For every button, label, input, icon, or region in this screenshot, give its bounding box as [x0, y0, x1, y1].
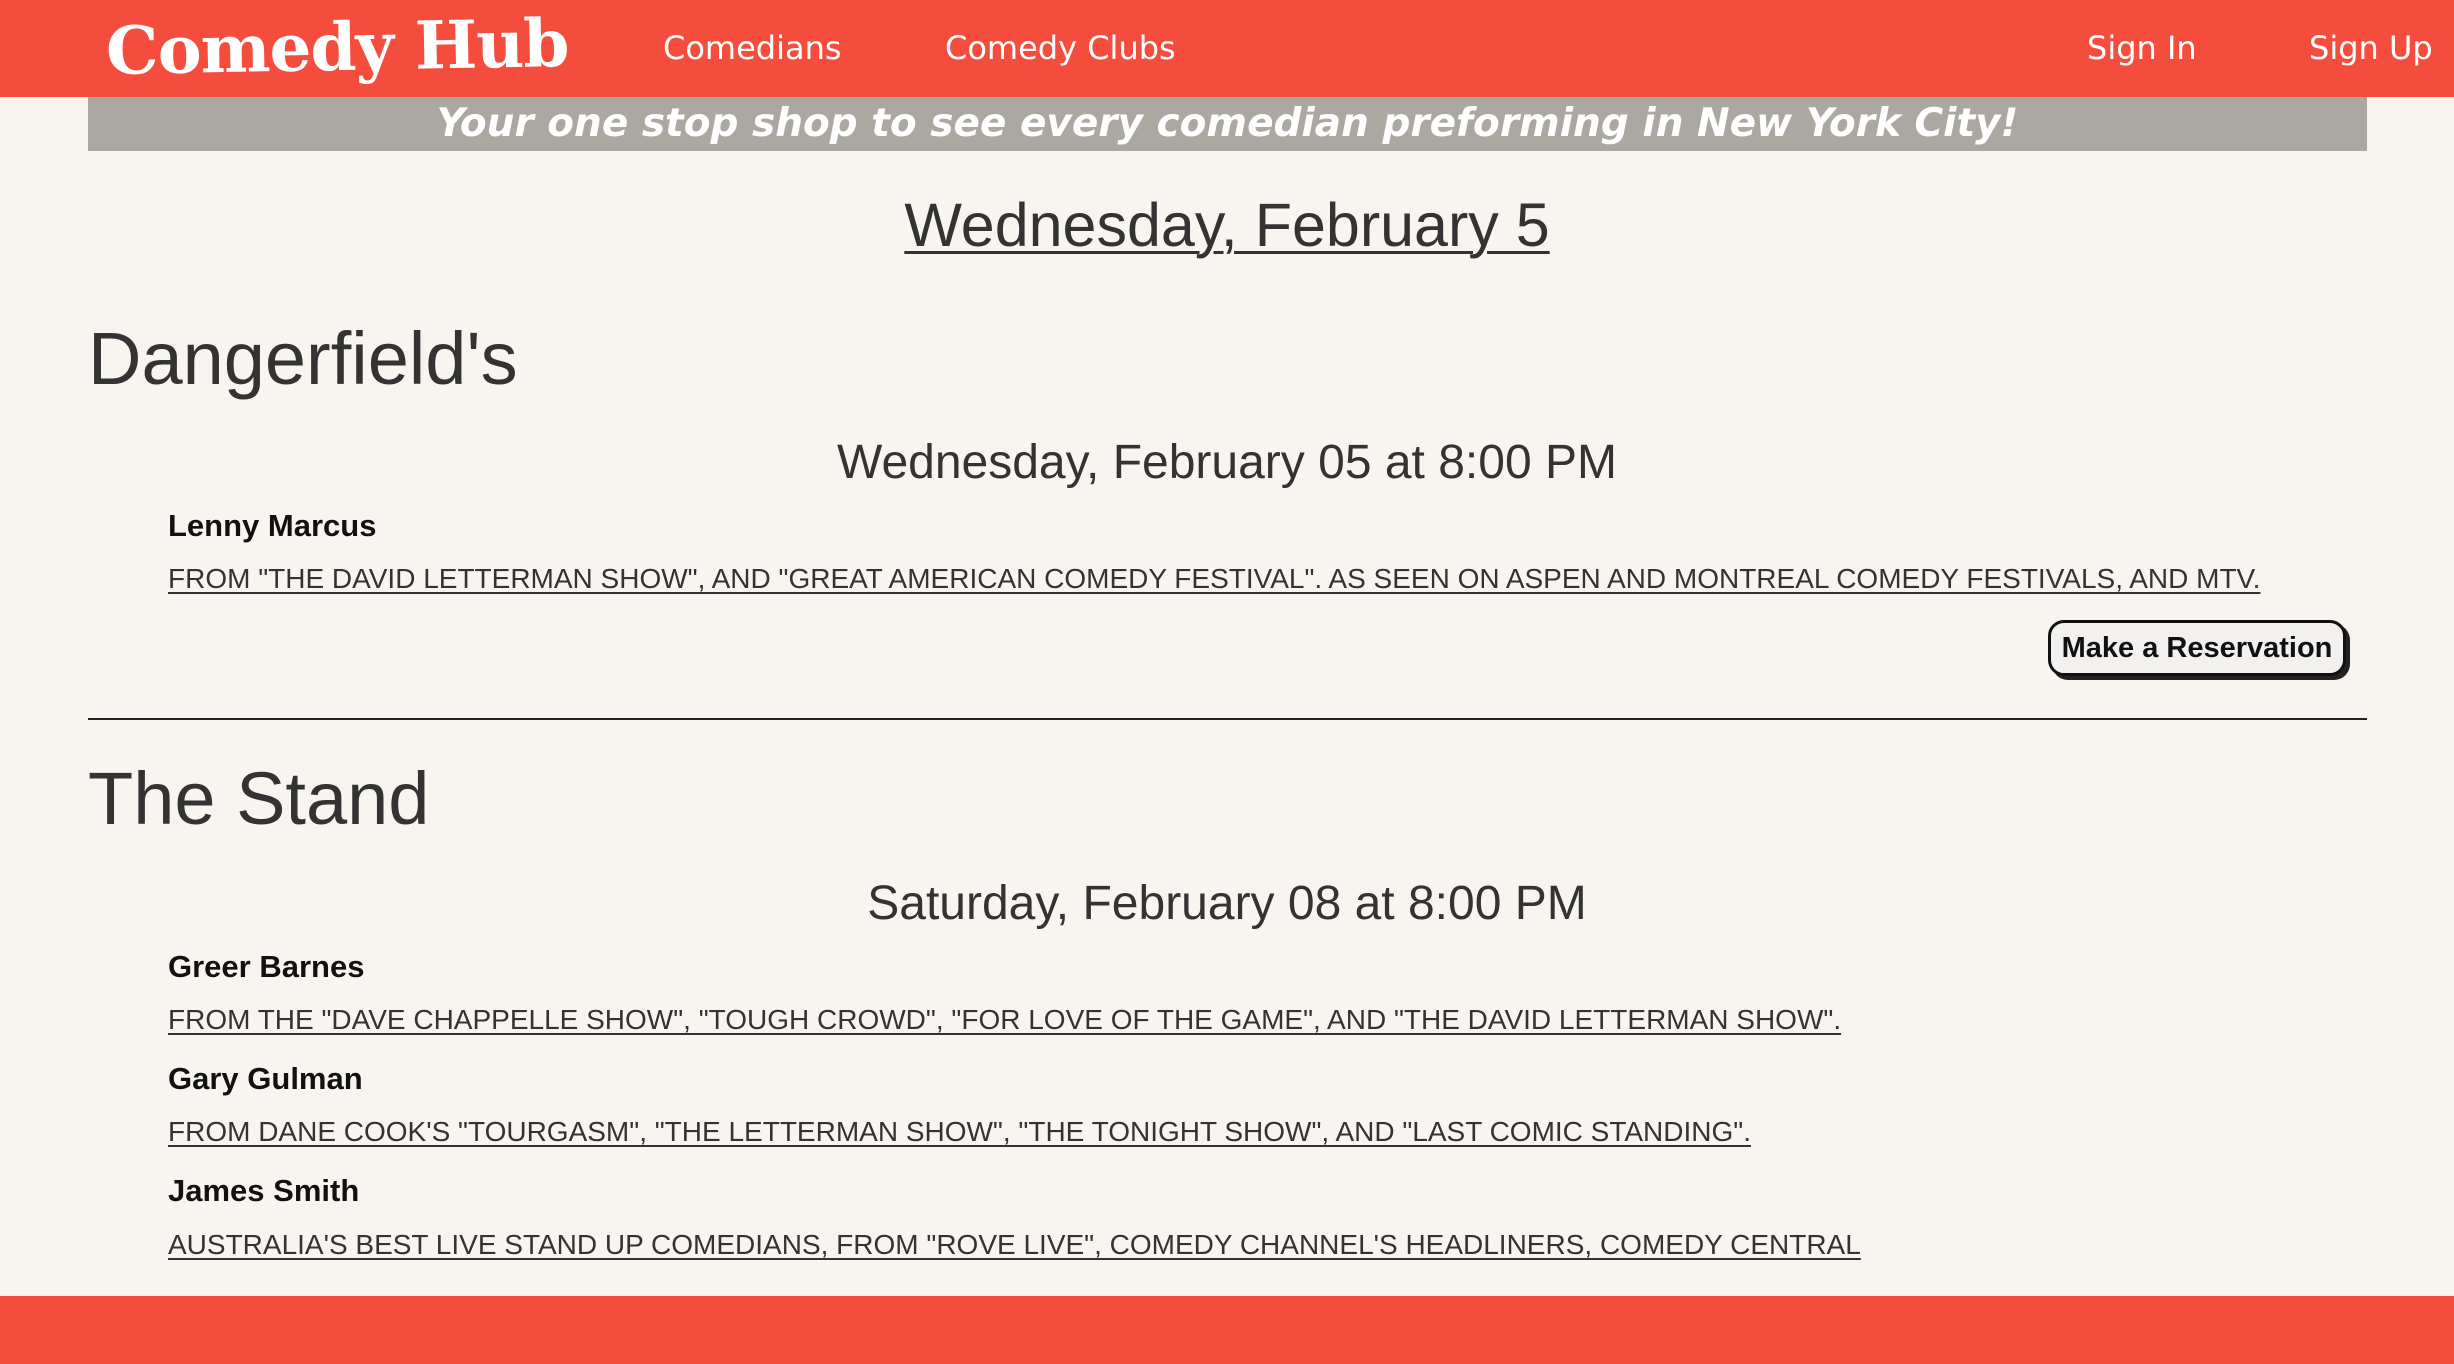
show-time: Saturday, February 08 at 8:00 PM — [867, 877, 1587, 930]
footer-bar — [0, 1296, 2454, 1364]
sign-up-link[interactable]: Sign Up — [2309, 28, 2433, 68]
date-heading: Wednesday, February 5 — [0, 188, 2454, 262]
comedian-name: James Smith — [168, 1173, 360, 1208]
club-name-dangerfields: Dangerfield's — [88, 317, 518, 400]
sign-in-link[interactable]: Sign In — [2087, 28, 2197, 68]
comedian-description-link[interactable]: FROM THE "DAVE CHAPPELLE SHOW", "TOUGH C… — [168, 1002, 1841, 1038]
date-heading-text: Wednesday, February 5 — [904, 191, 1550, 259]
comedian-name: Gary Gulman — [168, 1061, 363, 1096]
top-navbar: Comedy Hub Comedians Comedy Clubs Sign I… — [0, 0, 2454, 97]
comedian-description-link[interactable]: AUSTRALIA'S BEST LIVE STAND UP COMEDIANS… — [168, 1227, 1861, 1263]
club-divider — [88, 718, 2367, 720]
site-logo[interactable]: Comedy Hub — [105, 0, 569, 94]
nav-link-comedy-clubs[interactable]: Comedy Clubs — [945, 28, 1176, 68]
tagline-banner: Your one stop shop to see every comedian… — [88, 97, 2367, 151]
comedian-description-link[interactable]: FROM "THE DAVID LETTERMAN SHOW", AND "GR… — [168, 561, 2260, 597]
make-reservation-button[interactable]: Make a Reservation — [2048, 620, 2346, 676]
comedian-description-link[interactable]: FROM DANE COOK'S "TOURGASM", "THE LETTER… — [168, 1114, 1751, 1150]
show-time: Wednesday, February 05 at 8:00 PM — [837, 436, 1617, 489]
club-name-the-stand: The Stand — [88, 757, 430, 840]
comedian-name: Lenny Marcus — [168, 508, 377, 543]
nav-link-comedians[interactable]: Comedians — [663, 28, 842, 68]
comedian-name: Greer Barnes — [168, 949, 365, 984]
tagline-text: Your one stop shop to see every comedian… — [436, 101, 2019, 146]
